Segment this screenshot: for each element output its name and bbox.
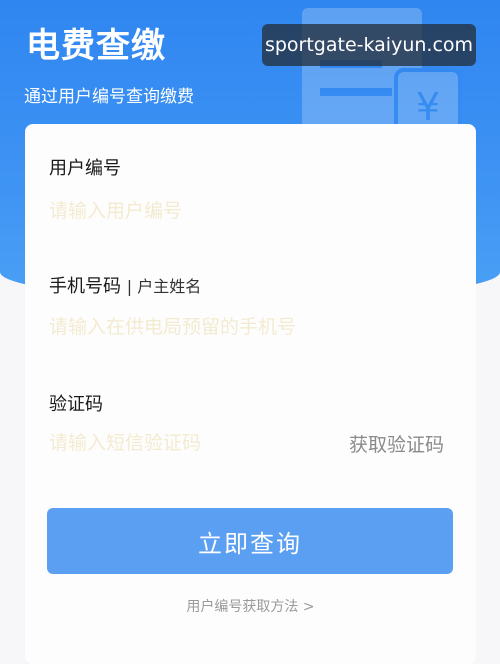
query-form-card: 用户编号 手机号码 | 户主姓名 验证码 获取验证码 立即查询 用户编号获取方法… <box>25 124 476 664</box>
verification-code-label: 验证码 <box>49 394 103 415</box>
phone-label: 手机号码 | 户主姓名 <box>49 272 201 298</box>
page-title: 电费查缴 <box>26 26 166 66</box>
owner-name-label: | 户主姓名 <box>126 277 202 296</box>
page-subtitle: 通过用户编号查询缴费 <box>24 87 194 107</box>
watermark: sportgate-kaiyun.com <box>262 24 476 66</box>
phone-input[interactable] <box>49 310 379 344</box>
get-verification-code-button[interactable]: 获取验证码 <box>349 430 444 457</box>
yuan-symbol: ¥ <box>416 85 440 129</box>
account-number-help-link[interactable]: 用户编号获取方法 > <box>25 596 476 616</box>
query-submit-button[interactable]: 立即查询 <box>47 508 453 574</box>
verification-code-input[interactable] <box>49 426 319 460</box>
phone-label-text: 手机号码 <box>49 276 121 297</box>
account-number-label: 用户编号 <box>49 158 121 179</box>
account-number-input[interactable] <box>49 194 329 228</box>
